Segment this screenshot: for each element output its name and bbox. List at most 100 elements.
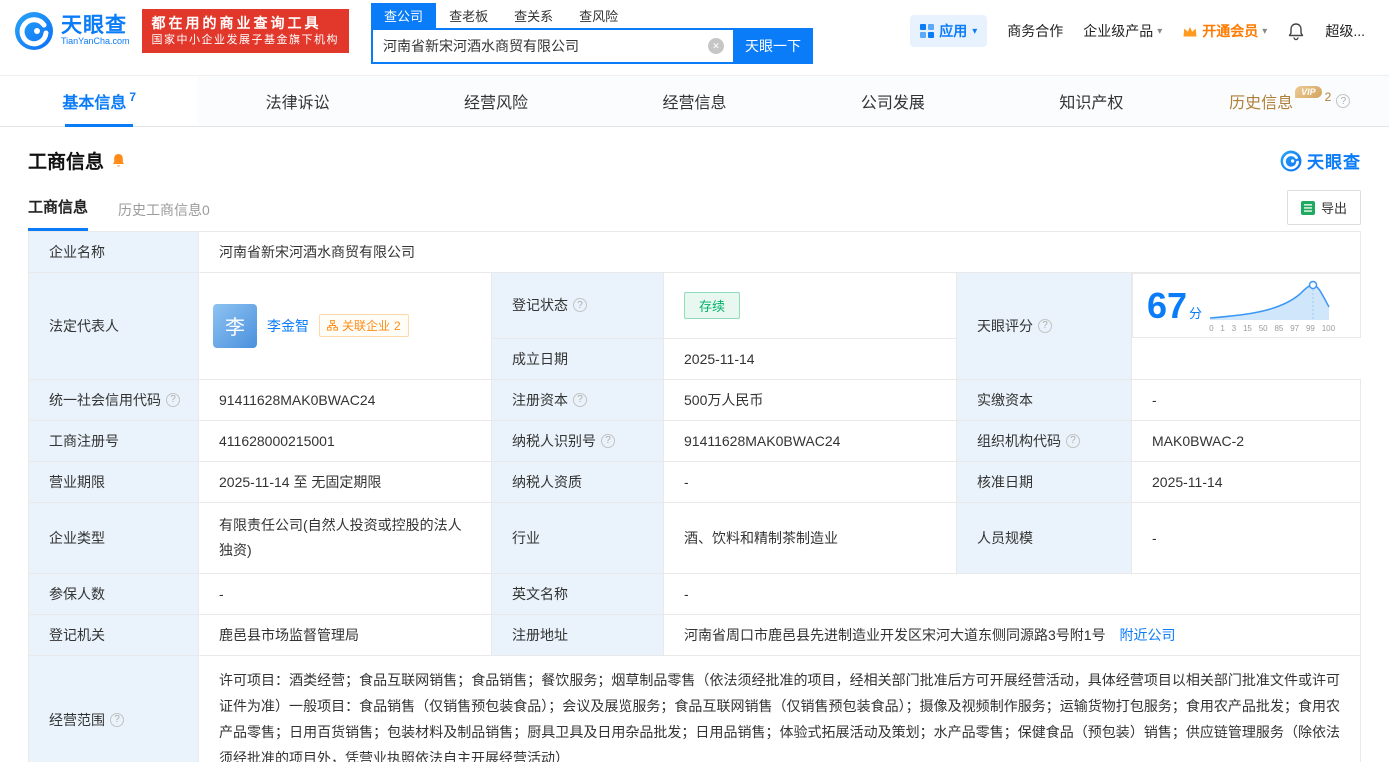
reg-authority-value: 鹿邑县市场监督管理局 xyxy=(198,613,492,656)
company-type-label: 企业类型 xyxy=(28,501,199,574)
score-distribution-chart: 0 1 3 15 50 85 97 99 100 xyxy=(1208,278,1336,333)
english-name-label: 英文名称 xyxy=(491,572,664,615)
section-title: 工商信息 xyxy=(28,152,105,173)
company-name-label: 企业名称 xyxy=(28,231,199,273)
status-badge: 存续 xyxy=(684,291,741,319)
reg-status-label: 登记状态? xyxy=(491,272,664,339)
help-icon[interactable]: ? xyxy=(573,392,587,407)
reg-address-label: 注册地址 xyxy=(491,613,664,656)
legal-rep-name-link[interactable]: 李金智 xyxy=(267,316,309,336)
legal-rep-avatar[interactable]: 李 xyxy=(213,303,257,348)
apps-grid-icon xyxy=(920,24,935,38)
staff-size-value: - xyxy=(1131,501,1361,574)
business-term-value: 2025-11-14 至 无固定期限 xyxy=(198,460,492,503)
vip-badge: VIP xyxy=(1295,86,1322,98)
apps-menu[interactable]: 应用 ▾ xyxy=(910,15,988,47)
table-row: 企业类型 有限责任公司(自然人投资或控股的法人独资) 行业 酒、饮料和精制茶制造… xyxy=(28,501,1361,574)
subtab-history-business-info[interactable]: 历史工商信息0 xyxy=(118,200,210,231)
reg-capital-value: 500万人民币 xyxy=(663,378,957,421)
notifications-button[interactable] xyxy=(1287,22,1305,41)
tab-operation-risk[interactable]: 经营风险 xyxy=(397,76,595,126)
business-scope-label: 经营范围? xyxy=(28,654,199,762)
help-icon[interactable]: ? xyxy=(573,298,587,313)
chevron-down-icon: ▾ xyxy=(1157,25,1163,37)
promo-banner: 都在用的商业查询工具 国家中小企业发展子基金旗下机构 xyxy=(141,8,350,54)
reg-address-value: 河南省周口市鹿邑县先进制造业开发区宋河大道东侧同源路3号附1号 xyxy=(684,626,1106,643)
nearby-companies-link[interactable]: 附近公司 xyxy=(1119,627,1175,643)
help-icon[interactable]: ? xyxy=(1038,318,1052,333)
business-cooperation-link[interactable]: 商务合作 xyxy=(1007,21,1063,41)
business-term-label: 营业期限 xyxy=(28,460,199,503)
help-icon[interactable]: ? xyxy=(1066,433,1080,448)
super-vip-menu[interactable]: 超级... xyxy=(1325,21,1365,41)
chevron-down-icon: ▾ xyxy=(972,25,978,37)
tab-count: 2 xyxy=(1324,90,1332,104)
credit-code-value: 91411628MAK0BWAC24 xyxy=(198,378,492,421)
monitor-bell-button[interactable] xyxy=(111,153,126,169)
org-chart-icon xyxy=(327,320,338,331)
help-icon[interactable]: ? xyxy=(1336,94,1351,108)
export-button[interactable]: 导出 xyxy=(1286,190,1361,225)
reg-capital-label: 注册资本? xyxy=(491,378,664,421)
table-row: 法定代表人 李 李金智 关联企业 2 登记状态? 存续 天眼评分 ? 67 分 … xyxy=(28,272,1361,380)
search-tab-relation[interactable]: 查关系 xyxy=(501,3,566,28)
help-icon[interactable]: ? xyxy=(166,392,180,407)
apps-label: 应用 xyxy=(939,23,968,39)
membership-menu[interactable]: 开通会员 ▾ xyxy=(1182,21,1267,41)
score-unit: 分 xyxy=(1189,305,1203,321)
help-icon[interactable]: ? xyxy=(601,433,615,448)
help-icon[interactable]: ? xyxy=(110,712,124,727)
search-block: 查公司 查老板 查关系 查风险 ✕ 天眼一下 xyxy=(371,3,814,64)
reg-authority-label: 登记机关 xyxy=(28,613,199,656)
tab-company-development[interactable]: 公司发展 xyxy=(794,76,992,126)
export-excel-icon xyxy=(1300,200,1315,215)
score-label: 天眼评分? xyxy=(956,272,1132,380)
table-row: 登记机关 鹿邑县市场监督管理局 注册地址 河南省周口市鹿邑县先进制造业开发区宋河… xyxy=(28,613,1361,656)
taxpayer-quality-value: - xyxy=(663,460,957,503)
table-row: 工商注册号 411628000215001 纳税人识别号? 91411628MA… xyxy=(28,419,1361,462)
org-code-value: MAK0BWAC-2 xyxy=(1131,419,1361,462)
search-button[interactable]: 天眼一下 xyxy=(733,28,814,64)
legal-rep-label: 法定代表人 xyxy=(28,272,199,380)
paid-capital-label: 实缴资本 xyxy=(956,378,1132,421)
approval-date-label: 核准日期 xyxy=(956,460,1132,503)
subtab-business-info[interactable]: 工商信息 xyxy=(28,196,89,231)
table-row: 参保人数 - 英文名称 - xyxy=(28,572,1361,615)
taxpayer-id-value: 91411628MAK0BWAC24 xyxy=(663,419,957,462)
score-curve xyxy=(1210,280,1330,320)
search-tab-risk[interactable]: 查风险 xyxy=(566,3,631,28)
search-tab-boss[interactable]: 查老板 xyxy=(436,3,501,28)
industry-label: 行业 xyxy=(491,501,664,574)
tianyancha-logo[interactable]: 天眼查 TianYanCha.com xyxy=(14,11,130,51)
section-header: 工商信息 天眼查 xyxy=(28,147,1361,174)
business-scope-value: 许可项目：酒类经营；食品互联网销售；食品销售；餐饮服务；烟草制品零售（依法须经批… xyxy=(198,654,1361,762)
staff-size-label: 人员规模 xyxy=(956,501,1132,574)
english-name-value: - xyxy=(663,572,1361,615)
tab-operation-info[interactable]: 经营信息 xyxy=(595,76,793,126)
company-name-value: 河南省新宋河酒水商贸有限公司 xyxy=(198,231,1361,273)
legal-rep-cell: 李 李金智 关联企业 2 xyxy=(198,272,492,380)
insured-count-label: 参保人数 xyxy=(28,572,199,615)
tianyancha-logo-icon xyxy=(15,12,53,50)
reg-number-value: 411628000215001 xyxy=(198,419,492,462)
clear-search-icon[interactable]: ✕ xyxy=(708,38,725,54)
taxpayer-id-label: 纳税人识别号? xyxy=(491,419,664,462)
tab-history-info[interactable]: 历史信息 VIP 2 ? xyxy=(1191,76,1389,126)
related-companies-badge[interactable]: 关联企业 2 xyxy=(319,314,409,338)
tab-count: 7 xyxy=(129,90,137,104)
crown-icon xyxy=(1183,26,1197,36)
paid-capital-value: - xyxy=(1131,378,1361,421)
search-tab-company[interactable]: 查公司 xyxy=(371,3,437,28)
enterprise-products-menu[interactable]: 企业级产品 ▾ xyxy=(1083,21,1162,41)
promo-banner-line2: 国家中小企业发展子基金旗下机构 xyxy=(151,34,340,47)
search-input[interactable] xyxy=(371,28,734,64)
subtab-count: 0 xyxy=(202,202,210,218)
tab-basic-info[interactable]: 基本信息 7 xyxy=(0,76,199,126)
tab-legal-proceedings[interactable]: 法律诉讼 xyxy=(198,76,396,126)
table-row: 营业期限 2025-11-14 至 无固定期限 纳税人资质 - 核准日期 202… xyxy=(28,460,1361,503)
reg-number-label: 工商注册号 xyxy=(28,419,199,462)
industry-value: 酒、饮料和精制茶制造业 xyxy=(663,501,957,574)
score-value: 67 xyxy=(1147,284,1188,326)
tab-intellectual-property[interactable]: 知识产权 xyxy=(992,76,1190,126)
header-menu: 应用 ▾ 商务合作 企业级产品 ▾ 开通会员 ▾ 超级... xyxy=(910,15,1365,47)
